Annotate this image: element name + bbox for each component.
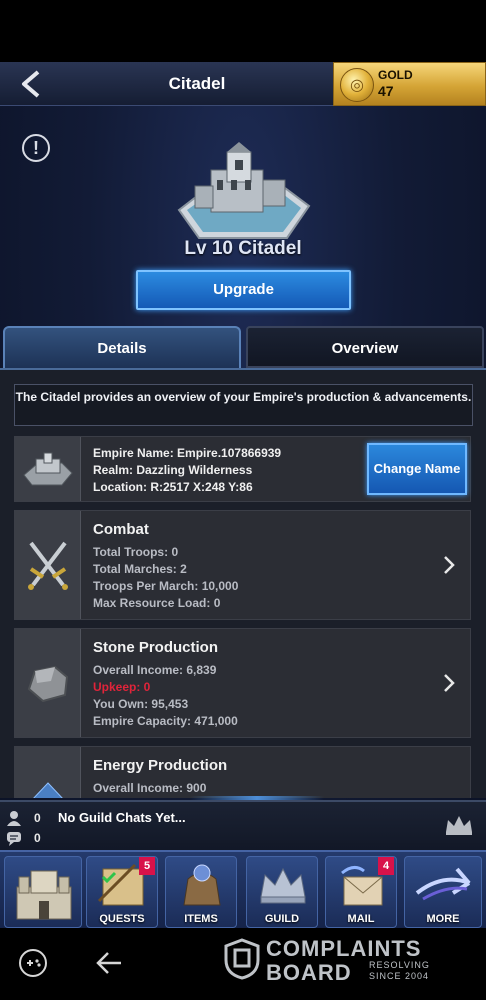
tab-overview[interactable]: Overview (246, 326, 484, 368)
crown-icon[interactable] (444, 814, 474, 836)
combat-max-resource-load: Max Resource Load: 0 (93, 596, 221, 610)
combat-thumbnail (15, 511, 81, 619)
nav-guild[interactable]: GUILD (246, 856, 318, 928)
crossed-swords-icon (27, 541, 68, 590)
gold-balance[interactable]: ◎ GOLD 47 (333, 62, 486, 106)
upgrade-button[interactable]: Upgrade (136, 270, 351, 310)
combat-panel[interactable]: Combat Total Troops: 0 Total Marches: 2 … (14, 510, 471, 620)
nav-mail[interactable]: 4 MAIL (325, 856, 397, 928)
game-controller-icon[interactable] (18, 948, 48, 978)
nav-mail-label: MAIL (347, 913, 375, 925)
energy-production-panel[interactable]: Energy Production Overall Income: 900 (14, 746, 471, 798)
combat-troops-per-march: Troops Per March: 10,000 (93, 579, 239, 593)
stone-owned: You Own: 95,453 (93, 697, 189, 711)
chevron-right-icon (444, 674, 455, 692)
nav-guild-label: GUILD (264, 913, 300, 925)
nav-more[interactable]: MORE (404, 856, 482, 928)
citadel-description: The Citadel provides an overview of your… (14, 384, 473, 426)
members-count: 0 (34, 811, 41, 825)
stone-upkeep: Upkeep: 0 (93, 680, 151, 694)
details-panel[interactable]: The Citadel provides an overview of your… (0, 368, 486, 798)
mail-badge: 4 (378, 857, 394, 875)
combat-total-troops: Total Troops: 0 (93, 545, 179, 559)
header: Citadel ◎ GOLD 47 (0, 62, 486, 106)
chat-bubble-icon (7, 832, 21, 846)
messages-count: 0 (34, 831, 41, 845)
guild-chat-bar[interactable]: 0 0 No Guild Chats Yet... (0, 800, 486, 850)
nav-quests-label: QUESTS (99, 913, 145, 925)
item-bag-icon (183, 864, 221, 906)
combat-total-marches: Total Marches: 2 (93, 562, 187, 576)
system-back-icon[interactable] (94, 948, 124, 978)
building-level-title: Lv 10 Citadel (184, 238, 302, 259)
more-arrow-icon (415, 867, 471, 901)
nav-quests[interactable]: 5 QUESTS (86, 856, 158, 928)
gold-value: 47 (378, 83, 394, 99)
shield-logo-icon (224, 938, 260, 980)
watermark-tagline1: RESOLVING (369, 960, 430, 970)
nav-citadel[interactable] (4, 856, 82, 928)
stone-thumbnail (15, 629, 81, 737)
gold-coin-icon: ◎ (340, 68, 374, 102)
stone-title: Stone Production (93, 639, 218, 656)
empire-thumbnail (15, 437, 81, 501)
stone-income: Overall Income: 6,839 (93, 663, 217, 677)
energy-crystal-icon (32, 782, 63, 798)
empire-realm: Realm: Dazzling Wilderness (93, 463, 253, 477)
citadel-screen: Citadel ◎ GOLD 47 ! Lv 10 Citadel Upgrad… (0, 62, 486, 928)
nav-items-label: ITEMS (184, 913, 218, 925)
watermark-tagline: RESOLVING SINCE 2004 (369, 960, 430, 982)
stone-production-panel[interactable]: Stone Production Overall Income: 6,839 U… (14, 628, 471, 738)
fortress-icon (22, 452, 73, 486)
chat-preview: No Guild Chats Yet... (58, 810, 186, 825)
energy-thumbnail (15, 747, 81, 798)
quests-badge: 5 (139, 857, 155, 875)
stone-capacity: Empire Capacity: 471,000 (93, 714, 238, 728)
nav-more-label: MORE (426, 913, 460, 925)
info-icon[interactable]: ! (22, 134, 50, 162)
watermark-tagline2: SINCE 2004 (369, 971, 430, 981)
citadel-building-icon (177, 142, 311, 239)
energy-title: Energy Production (93, 757, 228, 774)
watermark-line2: BOARD (266, 960, 352, 985)
member-icon (7, 811, 21, 826)
castle-icon (16, 870, 72, 920)
empire-info-panel: Empire Name: Empire.107866939 Realm: Daz… (14, 436, 471, 502)
tab-details[interactable]: Details (3, 326, 241, 368)
guild-crown-icon (260, 867, 306, 904)
chevron-right-icon (444, 556, 455, 574)
watermark-line1: COMPLAINTS (266, 936, 422, 961)
energy-income: Overall Income: 900 (93, 781, 207, 795)
bottom-nav: 5 QUESTS ITEMS GUILD 4 MAIL MORE (0, 850, 486, 928)
gold-label: GOLD (378, 68, 413, 82)
change-name-button[interactable]: Change Name (367, 443, 467, 495)
tab-bar: Details Overview (0, 326, 486, 368)
status-bar (0, 0, 486, 62)
combat-title: Combat (93, 521, 149, 538)
empire-name: Empire Name: Empire.107866939 (93, 446, 282, 460)
empire-location: Location: R:2517 X:248 Y:86 (93, 480, 253, 494)
stone-icon (27, 665, 68, 703)
nav-items[interactable]: ITEMS (165, 856, 237, 928)
complaints-board-watermark: COMPLAINTS BOARD RESOLVING SINCE 2004 (224, 936, 444, 985)
